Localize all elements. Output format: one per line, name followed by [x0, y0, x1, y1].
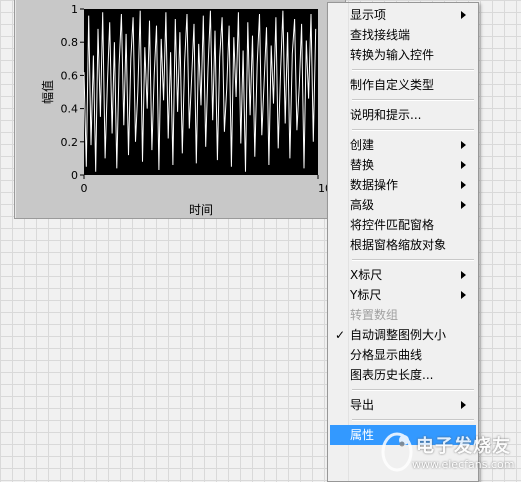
menu-item[interactable]: 说明和提示...: [330, 105, 476, 125]
menu-item-label: 创建: [350, 138, 375, 152]
menu-item-label: 图表历史长度...: [350, 368, 434, 382]
menu-item-label: 属性: [350, 428, 375, 442]
menu-item[interactable]: 制作自定义类型: [330, 75, 476, 95]
menu-item[interactable]: X标尺: [330, 265, 476, 285]
menu-item-label: 说明和提示...: [350, 108, 422, 122]
y-tick-label: 0.4: [61, 103, 79, 116]
watermark: 电子发烧友 www.elecfans.com: [380, 428, 520, 480]
menu-separator: [352, 129, 474, 131]
menu-item[interactable]: 替换: [330, 155, 476, 175]
context-menu: 显示项查找接线端转换为输入控件 制作自定义类型 说明和提示... 创建替换数据操作高级…: [327, 2, 479, 482]
waveform-chart[interactable]: 00.20.40.60.81 0100 幅值 时间: [14, 0, 346, 219]
submenu-arrow-icon: [461, 401, 466, 409]
submenu-arrow-icon: [461, 141, 466, 149]
menu-item[interactable]: 分格显示曲线: [330, 345, 476, 365]
menu-item[interactable]: 数据操作: [330, 175, 476, 195]
submenu-arrow-icon: [461, 161, 466, 169]
elecfans-logo-icon: [381, 432, 413, 472]
y-tick-label: 1: [71, 3, 78, 16]
x-tick-label: 0: [81, 182, 88, 195]
menu-separator: [352, 259, 474, 261]
menu-item-label: 转置数组: [350, 308, 399, 322]
menu-item-label: 根据窗格缩放对象: [350, 238, 447, 252]
menu-item-label: 替换: [350, 158, 375, 172]
menu-item[interactable]: 将控件匹配窗格: [330, 215, 476, 235]
menu-item: 转置数组: [330, 305, 476, 325]
menu-item-label: 高级: [350, 198, 375, 212]
menu-item-label: 查找接线端: [350, 28, 411, 42]
menu-separator: [352, 419, 474, 421]
menu-item[interactable]: 图表历史长度...: [330, 365, 476, 385]
check-icon: ✓: [335, 328, 346, 342]
y-axis-title: 幅值: [40, 80, 55, 104]
chart-svg: 00.20.40.60.81 0100 幅值 时间: [40, 3, 339, 217]
menu-item-label: 显示项: [350, 8, 387, 22]
submenu-arrow-icon: [461, 271, 466, 279]
menu-separator: [352, 69, 474, 71]
watermark-url: www.elecfans.com: [412, 458, 515, 471]
menu-item[interactable]: 查找接线端: [330, 25, 476, 45]
menu-item[interactable]: ✓ 自动调整图例大小: [330, 325, 476, 345]
menu-item-label: X标尺: [350, 268, 383, 282]
y-tick-label: 0.2: [61, 136, 79, 149]
menu-item-label: 导出: [350, 398, 375, 412]
menu-item[interactable]: 创建: [330, 135, 476, 155]
menu-item[interactable]: 高级: [330, 195, 476, 215]
menu-item[interactable]: 导出: [330, 395, 476, 415]
submenu-arrow-icon: [461, 201, 466, 209]
menu-item-label: 转换为输入控件: [350, 48, 435, 62]
menu-item-label: 分格显示曲线: [350, 348, 423, 362]
menu-item-label: 自动调整图例大小: [350, 328, 447, 342]
y-tick-label: 0.6: [61, 69, 79, 82]
submenu-arrow-icon: [461, 291, 466, 299]
menu-item-label: Y标尺: [350, 288, 382, 302]
y-tick-label: 0: [71, 169, 78, 182]
x-axis-title: 时间: [189, 203, 213, 217]
menu-item[interactable]: 转换为输入控件: [330, 45, 476, 65]
y-tick-label: 0.8: [61, 36, 79, 49]
submenu-arrow-icon: [461, 181, 466, 189]
menu-item-label: 制作自定义类型: [350, 78, 435, 92]
menu-item-label: 数据操作: [350, 178, 399, 192]
watermark-title: 电子发烧友: [416, 436, 511, 457]
menu-item[interactable]: 根据窗格缩放对象: [330, 235, 476, 255]
menu-separator: [352, 389, 474, 391]
menu-item-label: 将控件匹配窗格: [350, 218, 435, 232]
menu-item[interactable]: Y标尺: [330, 285, 476, 305]
menu-separator: [352, 99, 474, 101]
menu-item[interactable]: 显示项: [330, 5, 476, 25]
submenu-arrow-icon: [461, 11, 466, 19]
